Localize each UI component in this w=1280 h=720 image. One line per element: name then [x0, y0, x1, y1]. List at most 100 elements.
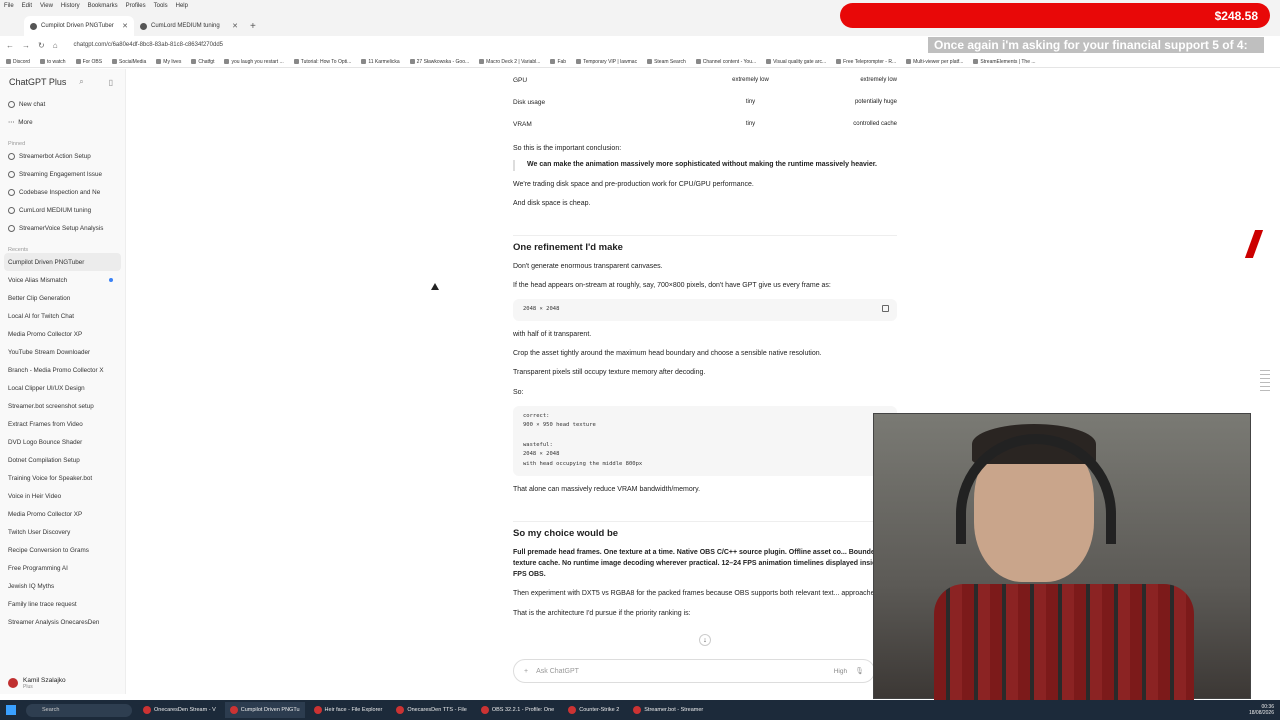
windows-start-icon[interactable]: [6, 705, 16, 715]
bookmark-item[interactable]: Tutorial: How To Opti...: [294, 59, 352, 65]
sidebar-item-label: Voice in Heir Video: [8, 492, 62, 500]
table-cell: Disk usage: [513, 98, 546, 106]
sidebar-recent-item[interactable]: Streamer.bot screenshot setup: [0, 397, 125, 415]
bookmark-item[interactable]: Free Teleprompter - R...: [836, 59, 896, 65]
bookmark-item[interactable]: Fab: [550, 59, 566, 65]
mic-icon[interactable]: 🎙: [855, 667, 864, 675]
sidebar-recent-item[interactable]: Streamer Analysis OnecaresDen: [0, 613, 125, 631]
sidebar-recent-item[interactable]: Cumpilot Driven PNGTuber: [4, 253, 121, 271]
bookmark-item[interactable]: 11 Karmelicka: [361, 59, 399, 65]
taskbar-app[interactable]: Heir face - File Explorer: [309, 702, 388, 718]
sidebar-pinned-item[interactable]: StreamerVoice Setup Analysis: [0, 219, 125, 237]
composer-input[interactable]: Ask ChatGPT: [536, 668, 579, 675]
sidebar-recent-item[interactable]: Extract Frames from Video: [0, 415, 125, 433]
taskbar-app[interactable]: OBS 32.2.1 - Profile: One: [476, 702, 559, 718]
bookmark-item[interactable]: Steam Search: [647, 59, 686, 65]
close-icon[interactable]: ✕: [122, 22, 128, 30]
sidebar-recent-item[interactable]: Media Promo Collector XP: [0, 325, 125, 343]
menu-item[interactable]: File: [4, 3, 14, 9]
table-cell: potentially huge: [854, 99, 897, 105]
sidebar-recent-item[interactable]: DVD Logo Bounce Shader: [0, 433, 125, 451]
menu-item[interactable]: Profiles: [126, 3, 146, 9]
bookmark-item[interactable]: Channel content - You...: [696, 59, 756, 65]
sidebar-recent-item[interactable]: Training Voice for Speaker.bot: [0, 469, 125, 487]
sidebar-recent-item[interactable]: Twitch User Discovery: [0, 523, 125, 541]
taskbar-app[interactable]: Cumpilot Driven PNGTu: [224, 702, 305, 718]
sidebar-recent-item[interactable]: Media Promo Collector XP: [0, 505, 125, 523]
taskbar-app[interactable]: Streamer.bot - Streamer: [628, 702, 708, 718]
bookmark-item[interactable]: For OBS: [76, 59, 102, 65]
tab-cumlord[interactable]: CumLord MEDIUM tuning ✕: [134, 16, 244, 36]
table-cell: extremely low: [732, 77, 769, 83]
sidebar-recent-item[interactable]: Jewish IQ Myths: [0, 577, 125, 595]
bookmark-item[interactable]: to watch: [40, 59, 66, 65]
pinned-heading: Pinned: [8, 141, 26, 147]
mode-select[interactable]: High: [834, 668, 847, 675]
url-field[interactable]: chatgpt.com/c/6a80e4df-8bc8-83ab-81c8-c8…: [74, 42, 223, 48]
bookmark-item[interactable]: SocialMedia: [112, 59, 146, 65]
sidebar-item-label: Family line trace request: [8, 600, 77, 608]
sidebar-item-label: Training Voice for Speaker.bot: [8, 474, 93, 482]
new-chat-button[interactable]: New chat: [0, 95, 125, 113]
recents-heading: Recents: [8, 247, 29, 253]
taskbar-app[interactable]: OnecaresDen Stream - V: [138, 702, 221, 718]
bookmark-item[interactable]: Multi-viewer per platf...: [906, 59, 963, 65]
home-icon[interactable]: ⌂: [53, 41, 58, 50]
menu-item[interactable]: History: [61, 3, 80, 9]
copy-icon[interactable]: [882, 305, 889, 313]
search-icon[interactable]: ⌕: [79, 77, 83, 87]
new-tab-button[interactable]: +: [244, 21, 262, 36]
sidebar-recent-item[interactable]: Branch - Media Promo Collector X: [0, 361, 125, 379]
bookmark-item[interactable]: Chatfgt: [191, 59, 214, 65]
plus-icon[interactable]: +: [524, 668, 528, 675]
bookmark-item[interactable]: you laugh you restart ...: [224, 59, 283, 65]
sidebar-pinned-item[interactable]: Codebase Inspection and Ne: [0, 183, 125, 201]
sidebar-pinned-item[interactable]: Streamerbot Action Setup: [0, 147, 125, 165]
reload-icon[interactable]: ↻: [38, 41, 45, 50]
menu-item[interactable]: Bookmarks: [88, 3, 118, 9]
bookmark-item[interactable]: My lives: [156, 59, 181, 65]
bookmark-item[interactable]: Macro Deck 2 | Variabl...: [479, 59, 540, 65]
sidebar-pinned-item[interactable]: CumLord MEDIUM tuning: [0, 201, 125, 219]
sidebar-recent-item[interactable]: Dotnet Compilation Setup: [0, 451, 125, 469]
bookmark-item[interactable]: 27 Sławkowska - Goo...: [410, 59, 470, 65]
menu-item[interactable]: Help: [176, 3, 188, 9]
sidebar-recent-item[interactable]: YouTube Stream Downloader: [0, 343, 125, 361]
sidebar-recent-item[interactable]: Voice in Heir Video: [0, 487, 125, 505]
sidebar-recent-item[interactable]: Local Clipper UI/UX Design: [0, 379, 125, 397]
bookmark-item[interactable]: StreamElements | The ...: [973, 59, 1035, 65]
more-button[interactable]: ⋯ More: [0, 113, 125, 131]
sidebar-recent-item[interactable]: Voice Alias Mismatch: [0, 271, 125, 289]
sidebar-item-label: Free Programming AI: [8, 564, 68, 572]
bookmark-item[interactable]: Temporary VIP | lawmac: [576, 59, 637, 65]
sidebar-toggle-icon[interactable]: ▯: [109, 78, 113, 87]
donation-overlay: $248.58: [840, 3, 1270, 28]
sidebar-recent-item[interactable]: Local AI for Twitch Chat: [0, 307, 125, 325]
taskbar-search[interactable]: Search: [26, 703, 132, 717]
back-icon[interactable]: ←: [6, 41, 14, 50]
sidebar-pinned-item[interactable]: Streaming Engagement Issue: [0, 165, 125, 183]
user-profile[interactable]: Kamil Szalajko Plus: [0, 672, 126, 694]
bookmark-item[interactable]: Discord: [6, 59, 30, 65]
taskbar-app[interactable]: Counter-Strike 2: [563, 702, 624, 718]
menu-item[interactable]: Tools: [154, 3, 168, 9]
sidebar-recent-item[interactable]: Free Programming AI: [0, 559, 125, 577]
tab-cumpilot[interactable]: Cumpilot Driven PNGTuber ✕: [24, 16, 134, 36]
menu-item[interactable]: Edit: [22, 3, 32, 9]
sidebar-recent-item[interactable]: Family line trace request: [0, 595, 125, 613]
sidebar-recent-item[interactable]: Recipe Conversion to Grams: [0, 541, 125, 559]
forward-icon[interactable]: →: [22, 41, 30, 50]
menu-item[interactable]: View: [40, 3, 53, 9]
app-title: ChatGPT Plus: [9, 77, 67, 87]
clock[interactable]: 00:36 18/08/2026: [1249, 704, 1274, 717]
close-icon[interactable]: ✕: [232, 22, 238, 30]
sidebar-item-label: Streamer.bot screenshot setup: [8, 402, 94, 410]
comparison-table: GPU extremely low extremely low Disk usage t…: [513, 69, 897, 135]
composer[interactable]: + Ask ChatGPT High 🎙: [513, 659, 875, 683]
bookmark-item[interactable]: Visual quality gate arc...: [766, 59, 826, 65]
more-icon: ⋯: [8, 118, 15, 126]
scroll-down-button[interactable]: ↓: [699, 634, 711, 646]
taskbar-app[interactable]: OnecaresDen TTS - File: [391, 702, 472, 718]
chat-icon: [8, 188, 15, 196]
sidebar-recent-item[interactable]: Better Clip Generation: [0, 289, 125, 307]
